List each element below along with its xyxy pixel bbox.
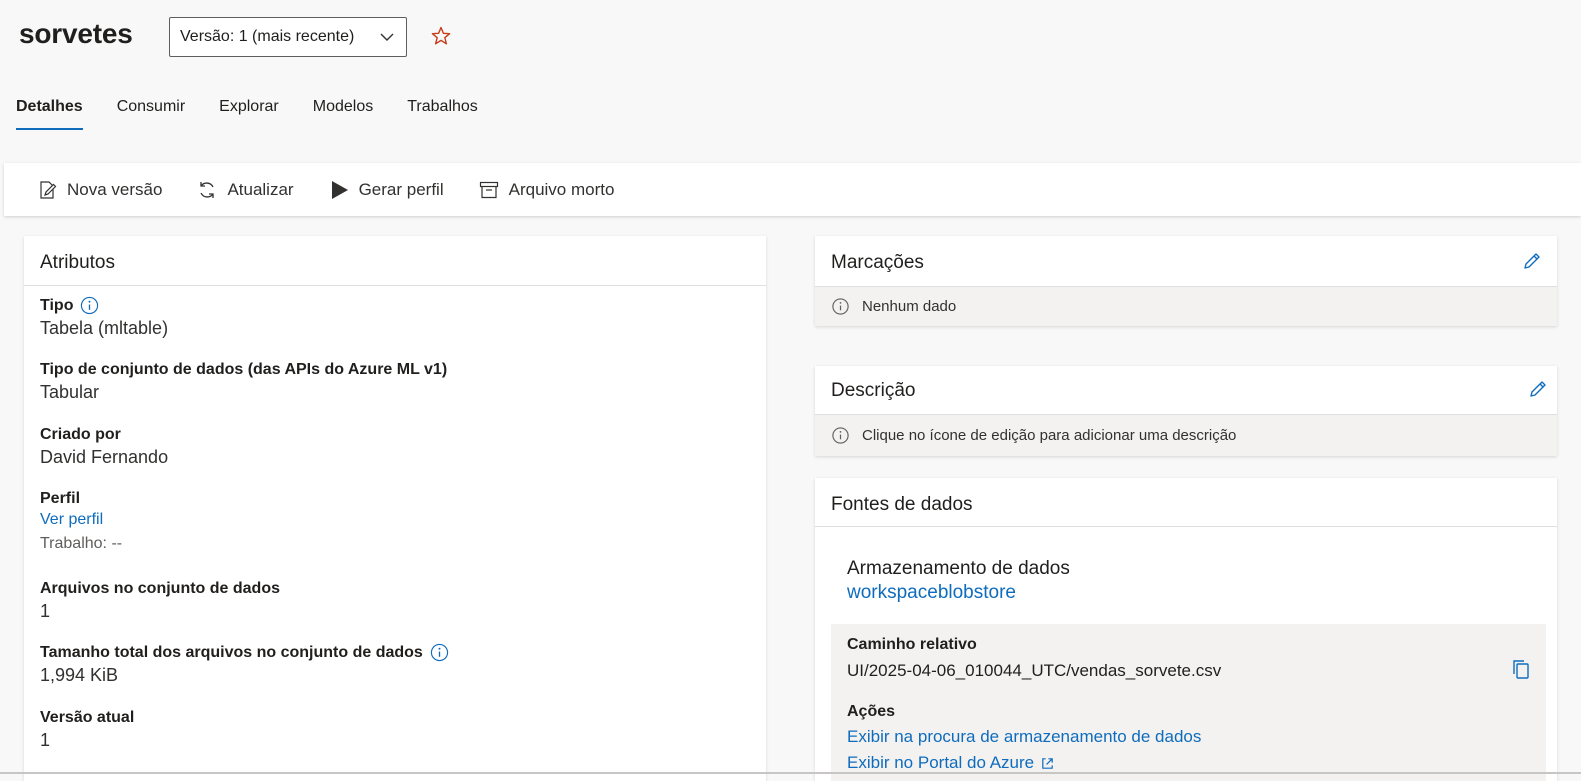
attr-profile-label: Perfil (40, 490, 81, 507)
archive-label: Arquivo morto (508, 179, 615, 199)
relative-path-value: UI/2025-04-06_010044_UTC/vendas_sorvete.… (847, 661, 1222, 680)
browse-datastore-link-text: Exibir na procura de armazenamento de da… (847, 727, 1202, 746)
azure-portal-link[interactable]: Exibir no Portal do Azure (847, 753, 1055, 773)
archive-button[interactable]: Arquivo morto (478, 179, 615, 201)
refresh-label: Atualizar (227, 179, 294, 199)
description-card: Descrição Clique no ícone de edição para… (815, 366, 1557, 456)
data-sources-header: Fontes de dados (815, 478, 1557, 527)
tab-consumir[interactable]: Consumir (117, 98, 185, 130)
attr-files-value: 1 (40, 601, 51, 621)
attr-type: Tipo Tabela (mltable) (40, 296, 168, 339)
browse-datastore-link[interactable]: Exibir na procura de armazenamento de da… (847, 727, 1201, 747)
tab-trabalhos[interactable]: Trabalhos (407, 98, 478, 130)
relative-path-panel: Caminho relativo UI/2025-04-06_010044_UT… (831, 624, 1546, 781)
generate-profile-button[interactable]: Gerar perfil (328, 179, 444, 201)
attr-dataset-type-value: Tabular (40, 382, 100, 402)
chevron-down-icon (380, 33, 394, 41)
attr-dataset-type-label: Tipo de conjunto de dados (das APIs do A… (40, 361, 448, 378)
profile-job-text: Trabalho: -- (40, 535, 123, 552)
attr-files: Arquivos no conjunto de dados 1 (40, 580, 280, 622)
attr-type-value: Tabela (mltable) (40, 318, 169, 338)
attr-type-label: Tipo (40, 296, 74, 314)
view-profile-link[interactable]: Ver perfil (40, 511, 122, 529)
attr-created-by: Criado por David Fernando (40, 426, 168, 468)
info-icon (832, 298, 849, 315)
tags-empty-bar: Nenhum dado (815, 286, 1557, 326)
attr-created-by-label: Criado por (40, 426, 121, 443)
data-sources-card: Fontes de dados Armazenamento de dados w… (815, 478, 1557, 781)
bottom-divider (0, 772, 1581, 774)
attributes-header: Atributos (24, 236, 766, 286)
refresh-icon (200, 181, 215, 198)
tab-explorar[interactable]: Explorar (219, 98, 279, 130)
new-version-button[interactable]: Nova versão (36, 179, 162, 201)
external-link-icon (1042, 757, 1053, 769)
tags-empty-text: Nenhum dado (862, 298, 957, 315)
edit-pencil-icon[interactable] (1521, 250, 1543, 272)
tab-modelos[interactable]: Modelos (313, 98, 373, 130)
refresh-button[interactable]: Atualizar (196, 179, 294, 201)
attr-created-by-value: David Fernando (40, 447, 169, 467)
attr-files-label: Arquivos no conjunto de dados (40, 580, 280, 597)
datastore-label: Armazenamento de dados (847, 558, 1070, 579)
generate-profile-label: Gerar perfil (358, 179, 444, 199)
info-icon (832, 427, 849, 444)
attr-current-version-value: 1 (40, 730, 51, 750)
play-icon (331, 180, 348, 199)
archive-icon (479, 181, 498, 198)
tab-detalhes[interactable]: Detalhes (16, 98, 83, 130)
attr-size-value: 1,994 KiB (40, 665, 119, 685)
attr-size-label: Tamanho total dos arquivos no conjunto d… (40, 643, 423, 661)
version-dropdown-value: Versão: 1 (mais recente) (180, 28, 355, 45)
copy-icon[interactable] (1510, 658, 1532, 680)
info-icon[interactable] (430, 643, 449, 662)
tags-title: Marcações (831, 252, 924, 273)
data-sources-title: Fontes de dados (831, 494, 973, 515)
attr-profile: Perfil Ver perfil Trabalho: -- (40, 490, 122, 553)
attr-size: Tamanho total dos arquivos no conjunto d… (40, 643, 449, 686)
attributes-card: Atributos Tipo Tabela (mltable) Tipo de … (24, 236, 766, 781)
command-bar: Nova versão Atualizar Gerar perfil Arqui… (4, 163, 1581, 216)
description-header: Descrição (815, 366, 1557, 414)
attr-dataset-type: Tipo de conjunto de dados (das APIs do A… (40, 361, 447, 403)
attributes-title: Atributos (40, 252, 115, 273)
description-empty-text: Clique no ícone de edição para adicionar… (862, 427, 1237, 444)
datastore-link[interactable]: workspaceblobstore (847, 582, 1016, 604)
tags-card: Marcações Nenhum dado (815, 236, 1557, 326)
attr-current-version-label: Versão atual (40, 709, 135, 726)
azure-portal-link-text: Exibir no Portal do Azure (847, 753, 1035, 772)
tags-header: Marcações (815, 236, 1557, 286)
tab-bar: Detalhes Consumir Explorar Modelos Traba… (16, 98, 512, 130)
relative-path-label: Caminho relativo (847, 636, 977, 653)
new-version-label: Nova versão (67, 179, 163, 199)
page-title: sorvetes (19, 18, 133, 49)
edit-pencil-icon[interactable] (1527, 378, 1549, 400)
edit-document-icon (40, 180, 57, 199)
info-icon[interactable] (80, 296, 99, 315)
version-dropdown[interactable]: Versão: 1 (mais recente) (169, 17, 407, 57)
attr-current-version: Versão atual 1 (40, 709, 134, 751)
description-empty-bar: Clique no ícone de edição para adicionar… (815, 414, 1557, 456)
description-title: Descrição (831, 380, 916, 401)
actions-label: Ações (847, 703, 896, 720)
favorite-star-icon[interactable] (430, 25, 452, 47)
